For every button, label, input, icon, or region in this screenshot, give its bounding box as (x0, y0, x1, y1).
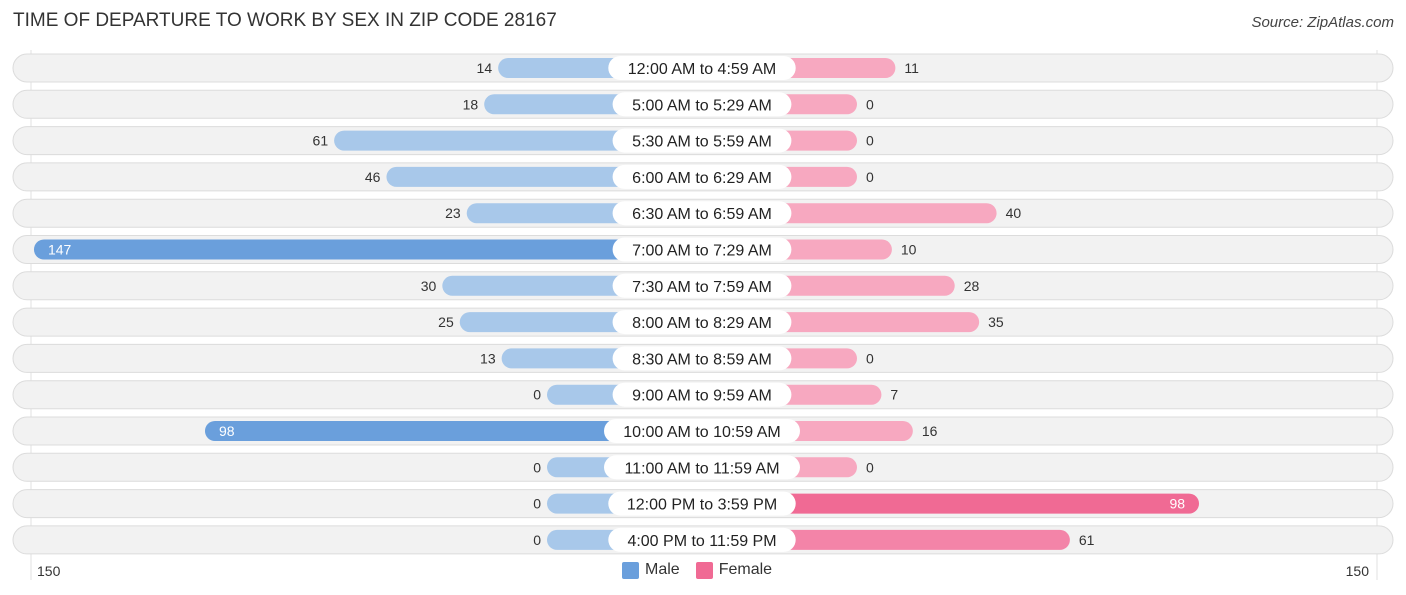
value-label-male: 0 (533, 387, 541, 403)
category-label: 6:30 AM to 6:59 AM (632, 206, 772, 223)
value-label-male: 0 (533, 459, 541, 475)
axis-label-right: 150 (1346, 563, 1370, 579)
value-label-female: 61 (1079, 532, 1095, 548)
value-label-female: 11 (904, 60, 919, 76)
value-label-male: 0 (533, 532, 541, 548)
category-label: 10:00 AM to 10:59 AM (623, 424, 780, 441)
category-label: 5:00 AM to 5:29 AM (632, 97, 772, 114)
category-label: 8:00 AM to 8:29 AM (632, 315, 772, 332)
category-label: 12:00 AM to 4:59 AM (628, 61, 777, 78)
value-label-female: 10 (901, 242, 917, 258)
value-label-female: 16 (922, 423, 938, 439)
value-label-female: 0 (866, 350, 874, 366)
legend-swatch-female (695, 561, 713, 579)
category-label: 11:00 AM to 11:59 AM (624, 460, 779, 477)
value-label-female: 40 (1006, 205, 1022, 221)
category-label: 6:00 AM to 6:29 AM (632, 170, 772, 187)
value-label-male: 23 (445, 205, 461, 221)
bar-male[interactable] (33, 239, 703, 260)
legend-swatch-male (622, 561, 639, 579)
value-label-male: 13 (480, 350, 496, 366)
category-label: 9:00 AM to 9:59 AM (632, 388, 772, 405)
value-label-male: 98 (219, 423, 235, 439)
value-label-female: 98 (1169, 496, 1185, 512)
value-label-male: 0 (533, 496, 541, 512)
category-label: 8:30 AM to 8:59 AM (632, 351, 772, 368)
value-label-female: 0 (866, 133, 874, 149)
category-label: 5:30 AM to 5:59 AM (632, 134, 772, 151)
category-label: 7:30 AM to 7:59 AM (632, 279, 772, 296)
value-label-male: 61 (313, 133, 329, 149)
value-label-male: 46 (365, 169, 381, 185)
value-label-female: 28 (964, 278, 980, 294)
value-label-male: 30 (421, 278, 437, 294)
value-label-female: 0 (866, 96, 874, 112)
legend-item-female[interactable]: Female (695, 561, 773, 579)
value-label-female: 0 (866, 169, 874, 185)
value-label-female: 7 (890, 387, 898, 403)
value-label-female: 35 (988, 314, 1004, 330)
category-label: 12:00 PM to 3:59 PM (627, 497, 777, 514)
axis-label-left: 150 (37, 563, 61, 579)
value-label-male: 25 (438, 314, 454, 330)
value-label-male: 14 (477, 60, 493, 76)
category-label: 4:00 PM to 11:59 PM (627, 533, 776, 550)
legend: Male Female (622, 561, 772, 579)
legend-item-male[interactable]: Male (622, 561, 680, 579)
legend-label-male: Male (645, 561, 680, 578)
category-label: 7:00 AM to 7:29 AM (632, 243, 772, 260)
value-label-male: 147 (48, 242, 72, 258)
value-label-male: 18 (463, 96, 479, 112)
chart-canvas: 14 11 12:00 AM to 4:59 AM 18 0 5:00 AM to 5:2… (12, 50, 1394, 580)
value-label-female: 0 (866, 459, 874, 475)
legend-label-female: Female (718, 561, 773, 578)
